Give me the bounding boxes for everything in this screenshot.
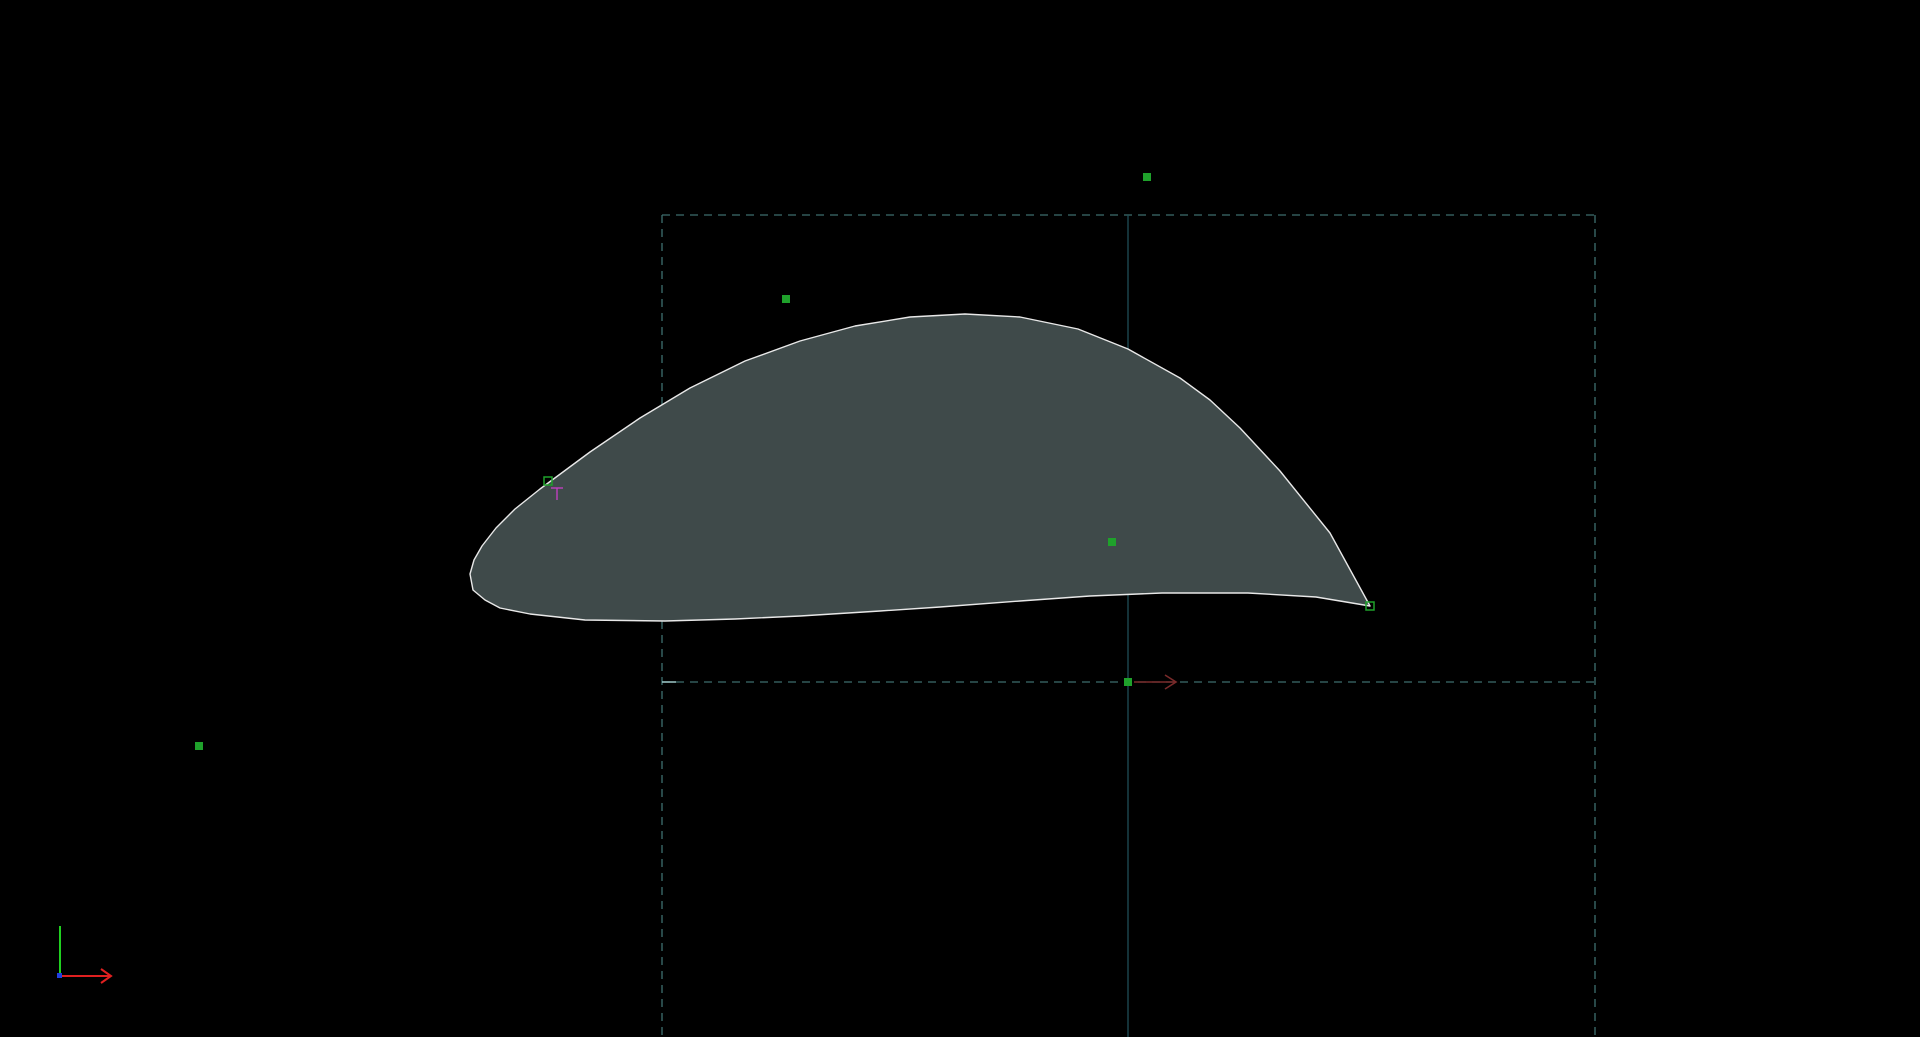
- control-point[interactable]: [1124, 678, 1132, 686]
- cad-sketch-viewport[interactable]: [0, 0, 1920, 1037]
- xyz-axes-icon: [57, 926, 113, 984]
- control-point[interactable]: [1143, 173, 1151, 181]
- control-point[interactable]: [195, 742, 203, 750]
- arrow-right-icon: [1134, 674, 1178, 690]
- control-point[interactable]: [782, 295, 790, 303]
- airfoil-profile[interactable]: [469, 313, 1371, 622]
- axis-z: [57, 973, 62, 978]
- sketch-canvas[interactable]: [0, 0, 1920, 1037]
- control-point[interactable]: [1108, 538, 1116, 546]
